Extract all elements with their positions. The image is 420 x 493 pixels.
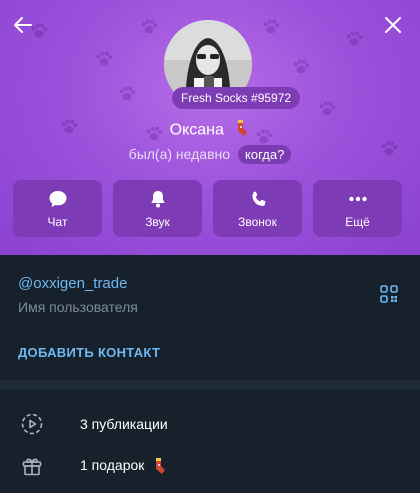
profile-list: 3 публикации 1 подарок (0, 389, 420, 493)
more-dots-icon (348, 196, 367, 201)
back-button[interactable] (8, 10, 38, 40)
more-label: Ещё (345, 214, 370, 229)
gifts-row[interactable]: 1 подарок (0, 445, 420, 487)
socks-gift-icon (156, 458, 166, 475)
username-caption: Имя пользователя (18, 299, 138, 315)
play-circle-icon (21, 413, 43, 435)
chat-label: Чат (47, 214, 68, 229)
chat-button[interactable]: Чат (13, 180, 102, 237)
paw-pattern-icon (95, 50, 113, 68)
paw-pattern-icon (318, 100, 336, 118)
add-contact-button[interactable]: ДОБАВИТЬ КОНТАКТ (18, 345, 160, 360)
call-button[interactable]: Звонок (213, 180, 302, 237)
last-seen-row: был(а) недавно когда? (0, 143, 420, 165)
bell-icon (150, 190, 165, 207)
gifts-row-text: 1 подарок (80, 457, 168, 475)
paw-pattern-icon (345, 30, 363, 48)
sound-button[interactable]: Звук (113, 180, 202, 237)
profile-info-section: @oxxigen_trade Имя пользователя ДОБАВИТЬ… (0, 255, 420, 380)
profile-header: Fresh Socks #95972 Оксана был(а) недавно… (0, 0, 420, 255)
section-divider (0, 380, 420, 389)
qr-code-button[interactable] (380, 285, 398, 303)
socks-gift-icon (232, 119, 250, 142)
paw-pattern-icon (292, 58, 310, 76)
username-link[interactable]: @oxxigen_trade (18, 275, 127, 292)
last-seen-status: был(а) недавно (128, 146, 231, 162)
paw-pattern-icon (118, 85, 136, 103)
arrow-left-icon (14, 17, 32, 33)
call-label: Звонок (238, 214, 277, 229)
posts-row[interactable]: 3 публикации (0, 403, 420, 445)
close-button[interactable] (378, 10, 408, 40)
gift-collectible-tag[interactable]: Fresh Socks #95972 (172, 87, 301, 109)
sound-label: Звук (145, 214, 170, 229)
action-bar: Чат Звук Звонок Ещё (13, 180, 407, 237)
profile-name-row: Оксана (0, 119, 420, 142)
gift-box-icon (22, 458, 42, 476)
phone-icon (251, 191, 265, 206)
paw-pattern-icon (262, 18, 280, 36)
posts-count: 3 публикации (80, 416, 168, 432)
qr-code-icon (380, 285, 398, 303)
more-button[interactable]: Ещё (313, 180, 402, 237)
profile-name: Оксана (169, 121, 224, 139)
when-button[interactable]: когда? (238, 144, 292, 164)
paw-pattern-icon (140, 18, 158, 36)
chat-bubble-icon (49, 190, 66, 207)
close-icon (385, 17, 401, 33)
gifts-count: 1 подарок (80, 456, 145, 473)
